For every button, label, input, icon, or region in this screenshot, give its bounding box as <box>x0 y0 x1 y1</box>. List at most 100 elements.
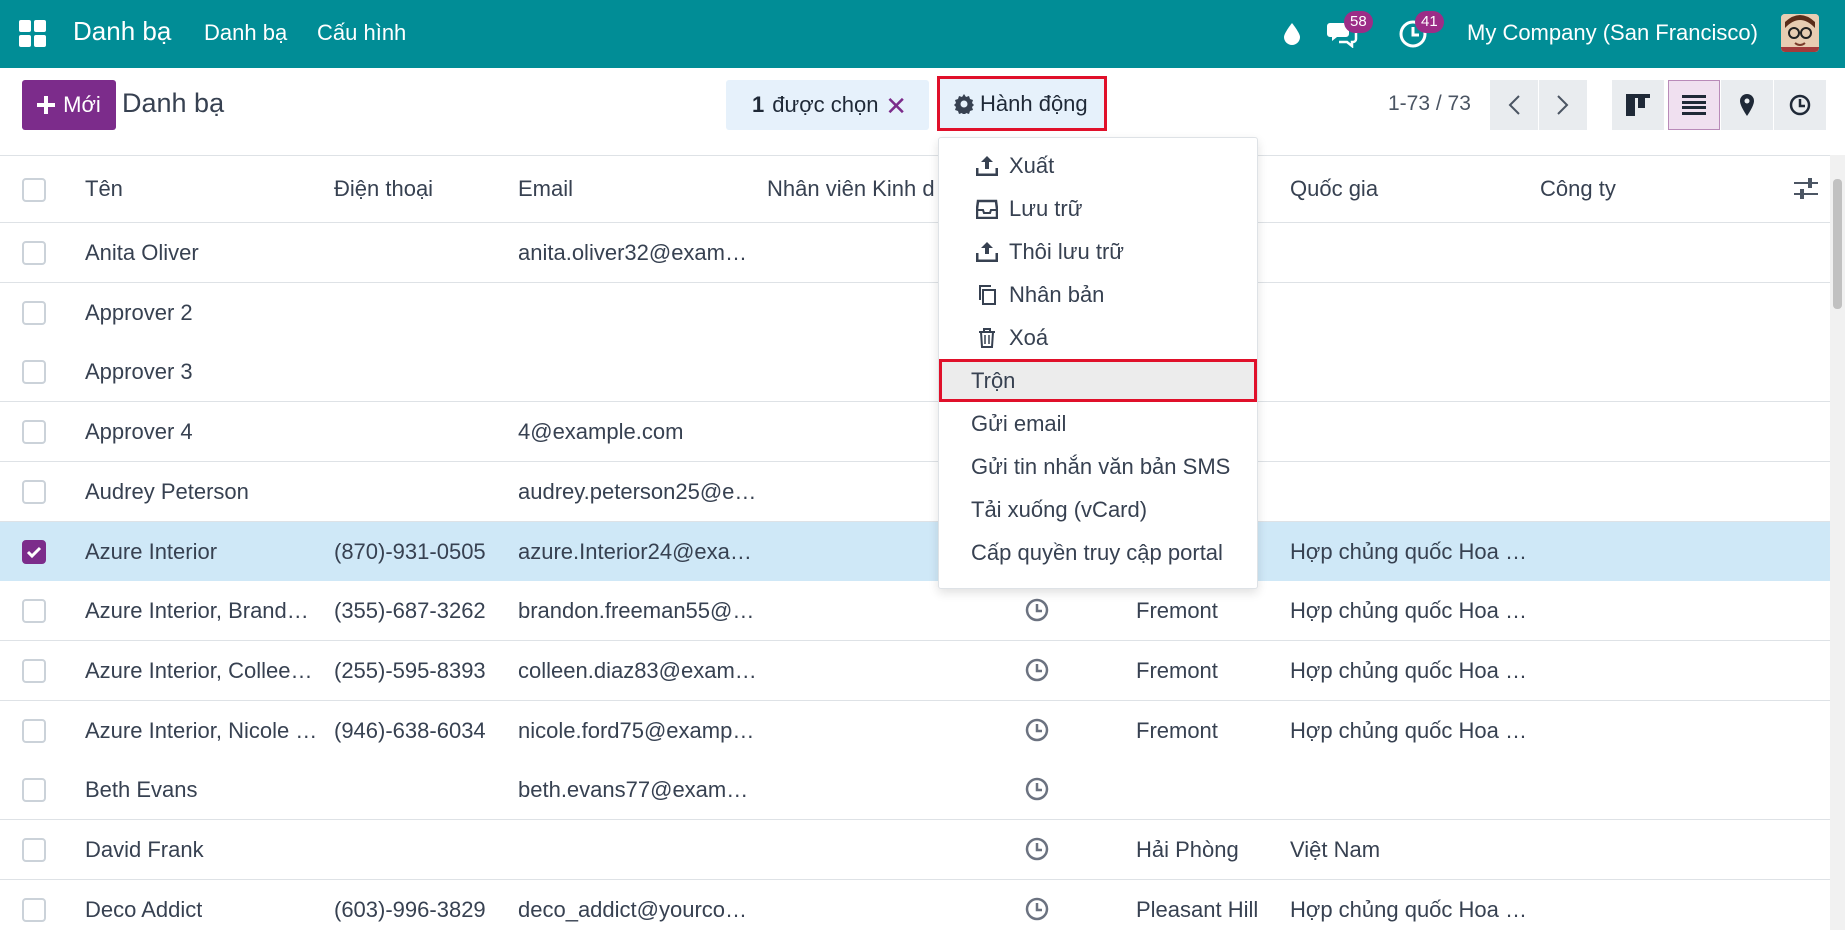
dropdown-item-download-vcard[interactable]: Tải xuống (vCard) <box>939 488 1257 531</box>
messages-button[interactable]: 58 <box>1322 11 1373 54</box>
scrollbar-thumb[interactable] <box>1833 179 1842 309</box>
top-navbar: Danh bạ Danh bạ Cấu hình 58 41 My Compan… <box>0 0 1845 68</box>
cell-name: Approver 4 <box>85 419 193 445</box>
contacts-table: Tên Điện thoại Email Nhân viên Kinh d Qu… <box>0 155 1830 930</box>
selected-label: được chọn <box>772 92 879 117</box>
row-checkbox[interactable] <box>22 897 46 922</box>
table-row[interactable]: Deco Addict (603)-996-3829 deco_addict@you… <box>0 879 1830 930</box>
pager-previous-button[interactable] <box>1490 80 1538 130</box>
dropdown-item-duplicate[interactable]: Nhân bản <box>939 273 1257 316</box>
table-row[interactable]: Azure Interior, Nicole … (946)-638-6034 ni… <box>0 700 1830 761</box>
cell-name: Azure Interior, Nicole … <box>85 717 318 743</box>
list-view-button[interactable] <box>1668 80 1720 130</box>
cell-email: brandon.freeman55@… <box>518 598 755 624</box>
cell-city: Fremont <box>1136 598 1218 624</box>
table-row[interactable]: Approver 4 4@example.com <box>0 402 1830 463</box>
table-row[interactable]: Anita Oliver anita.oliver32@exam… <box>0 223 1830 283</box>
activity-clock-icon[interactable] <box>1024 717 1050 743</box>
activity-clock-icon[interactable] <box>1024 657 1050 683</box>
optional-columns-icon[interactable] <box>1794 178 1818 206</box>
activity-view-button[interactable] <box>1774 80 1826 130</box>
selection-indicator: 1 được chọn ✕ <box>726 80 929 130</box>
row-checkbox[interactable] <box>22 539 46 564</box>
table-row[interactable]: David Frank Hải Phòng Việt Nam <box>0 820 1830 880</box>
table-header: Tên Điện thoại Email Nhân viên Kinh d Qu… <box>0 155 1830 223</box>
table-row[interactable]: Beth Evans beth.evans77@exam… <box>0 760 1830 821</box>
table-row[interactable]: Azure Interior, Brando… (355)-687-3262 bra… <box>0 581 1830 642</box>
map-pin-icon <box>1740 94 1754 116</box>
cell-phone: (870)-931-0505 <box>334 538 486 564</box>
dropdown-item-unarchive[interactable]: Thôi lưu trữ <box>939 230 1257 273</box>
row-checkbox[interactable] <box>22 599 46 624</box>
row-checkbox[interactable] <box>22 718 46 743</box>
table-row[interactable]: Approver 3 <box>0 342 1830 403</box>
pager-value[interactable]: 1-73 / 73 <box>1388 92 1471 116</box>
action-button[interactable]: Hành động <box>937 76 1107 131</box>
activity-clock-icon[interactable] <box>1024 836 1050 862</box>
column-header-email[interactable]: Email <box>518 176 573 202</box>
nav-menu-contacts[interactable]: Danh bạ <box>204 20 287 46</box>
activity-clock-icon[interactable] <box>1024 597 1050 623</box>
column-header-phone[interactable]: Điện thoại <box>334 176 433 202</box>
cell-email: audrey.peterson25@e… <box>518 478 757 504</box>
column-header-salesperson[interactable]: Nhân viên Kinh d <box>767 176 937 202</box>
vertical-scrollbar[interactable] <box>1830 155 1845 930</box>
drop-icon[interactable] <box>1272 14 1312 54</box>
cell-country: Hợp chủng quốc Hoa … <box>1290 896 1528 922</box>
table-row[interactable]: Approver 2 <box>0 282 1830 343</box>
dropdown-item-export[interactable]: Xuất <box>939 144 1257 187</box>
pager-next-button[interactable] <box>1539 80 1587 130</box>
cell-name: Approver 3 <box>85 359 193 385</box>
dropdown-item-send-email[interactable]: Gửi email <box>939 402 1257 445</box>
cell-name: Azure Interior, Colleen… <box>85 657 320 683</box>
row-checkbox[interactable] <box>22 360 46 385</box>
cell-name: Audrey Peterson <box>85 478 249 504</box>
activities-button[interactable]: 41 <box>1393 11 1444 54</box>
dropdown-item-label: Thôi lưu trữ <box>1009 238 1125 264</box>
dropdown-item-send-sms[interactable]: Gửi tin nhắn văn bản SMS <box>939 445 1257 488</box>
new-button-label: Mới <box>63 92 101 117</box>
dropdown-item-archive[interactable]: Lưu trữ <box>939 187 1257 230</box>
table-row[interactable]: Azure Interior, Colleen… (255)-595-8393 co… <box>0 640 1830 701</box>
select-all-checkbox[interactable] <box>22 178 46 202</box>
dropdown-item-delete[interactable]: Xoá <box>939 316 1257 359</box>
activity-clock-icon[interactable] <box>1024 776 1050 802</box>
apps-grid-icon[interactable] <box>19 20 46 47</box>
row-checkbox[interactable] <box>22 658 46 683</box>
activity-clock-icon[interactable] <box>1024 896 1050 922</box>
new-button[interactable]: Mới <box>22 80 116 130</box>
cell-country: Việt Nam <box>1290 837 1381 862</box>
action-dropdown-menu: Xuất Lưu trữ Thôi lưu trữ Nhân bản Xoá Trộn Gử… <box>938 137 1258 589</box>
dropdown-item-merge[interactable]: Trộn <box>939 359 1257 402</box>
column-header-name[interactable]: Tên <box>85 176 123 202</box>
dropdown-item-label: Nhân bản <box>1009 281 1105 307</box>
table-row[interactable]: Audrey Peterson audrey.peterson25@e… <box>0 461 1830 522</box>
company-switcher[interactable]: My Company (San Francisco) <box>1467 20 1758 46</box>
row-checkbox[interactable] <box>22 420 46 445</box>
cell-name: Anita Oliver <box>85 240 199 265</box>
cell-email: deco_addict@yourco… <box>518 896 748 922</box>
table-row[interactable]: Azure Interior (870)-931-0505 azure.Interi… <box>0 521 1830 582</box>
dropdown-item-grant-portal-access[interactable]: Cấp quyền truy cập portal <box>939 531 1257 574</box>
map-view-button[interactable] <box>1721 80 1773 130</box>
row-checkbox[interactable] <box>22 778 46 803</box>
cell-phone: (603)-996-3829 <box>334 896 486 922</box>
clear-selection-icon[interactable]: ✕ <box>885 91 907 122</box>
app-brand[interactable]: Danh bạ <box>73 16 171 47</box>
column-header-company[interactable]: Công ty <box>1540 176 1616 202</box>
cell-email: colleen.diaz83@exam… <box>518 657 757 683</box>
action-button-label: Hành động <box>980 90 1088 116</box>
row-checkbox[interactable] <box>22 241 46 265</box>
cell-phone: (255)-595-8393 <box>334 657 486 683</box>
row-checkbox[interactable] <box>22 838 46 862</box>
kanban-view-button[interactable] <box>1612 80 1664 130</box>
cell-email: azure.Interior24@exa… <box>518 538 752 564</box>
dropdown-item-label: Trộn <box>971 367 1016 393</box>
row-checkbox[interactable] <box>22 300 46 325</box>
nav-menu-configuration[interactable]: Cấu hình <box>317 20 406 46</box>
row-checkbox[interactable] <box>22 479 46 504</box>
user-avatar[interactable] <box>1781 14 1819 52</box>
plus-icon <box>37 96 56 114</box>
kanban-icon <box>1626 94 1650 116</box>
column-header-country[interactable]: Quốc gia <box>1290 176 1378 202</box>
